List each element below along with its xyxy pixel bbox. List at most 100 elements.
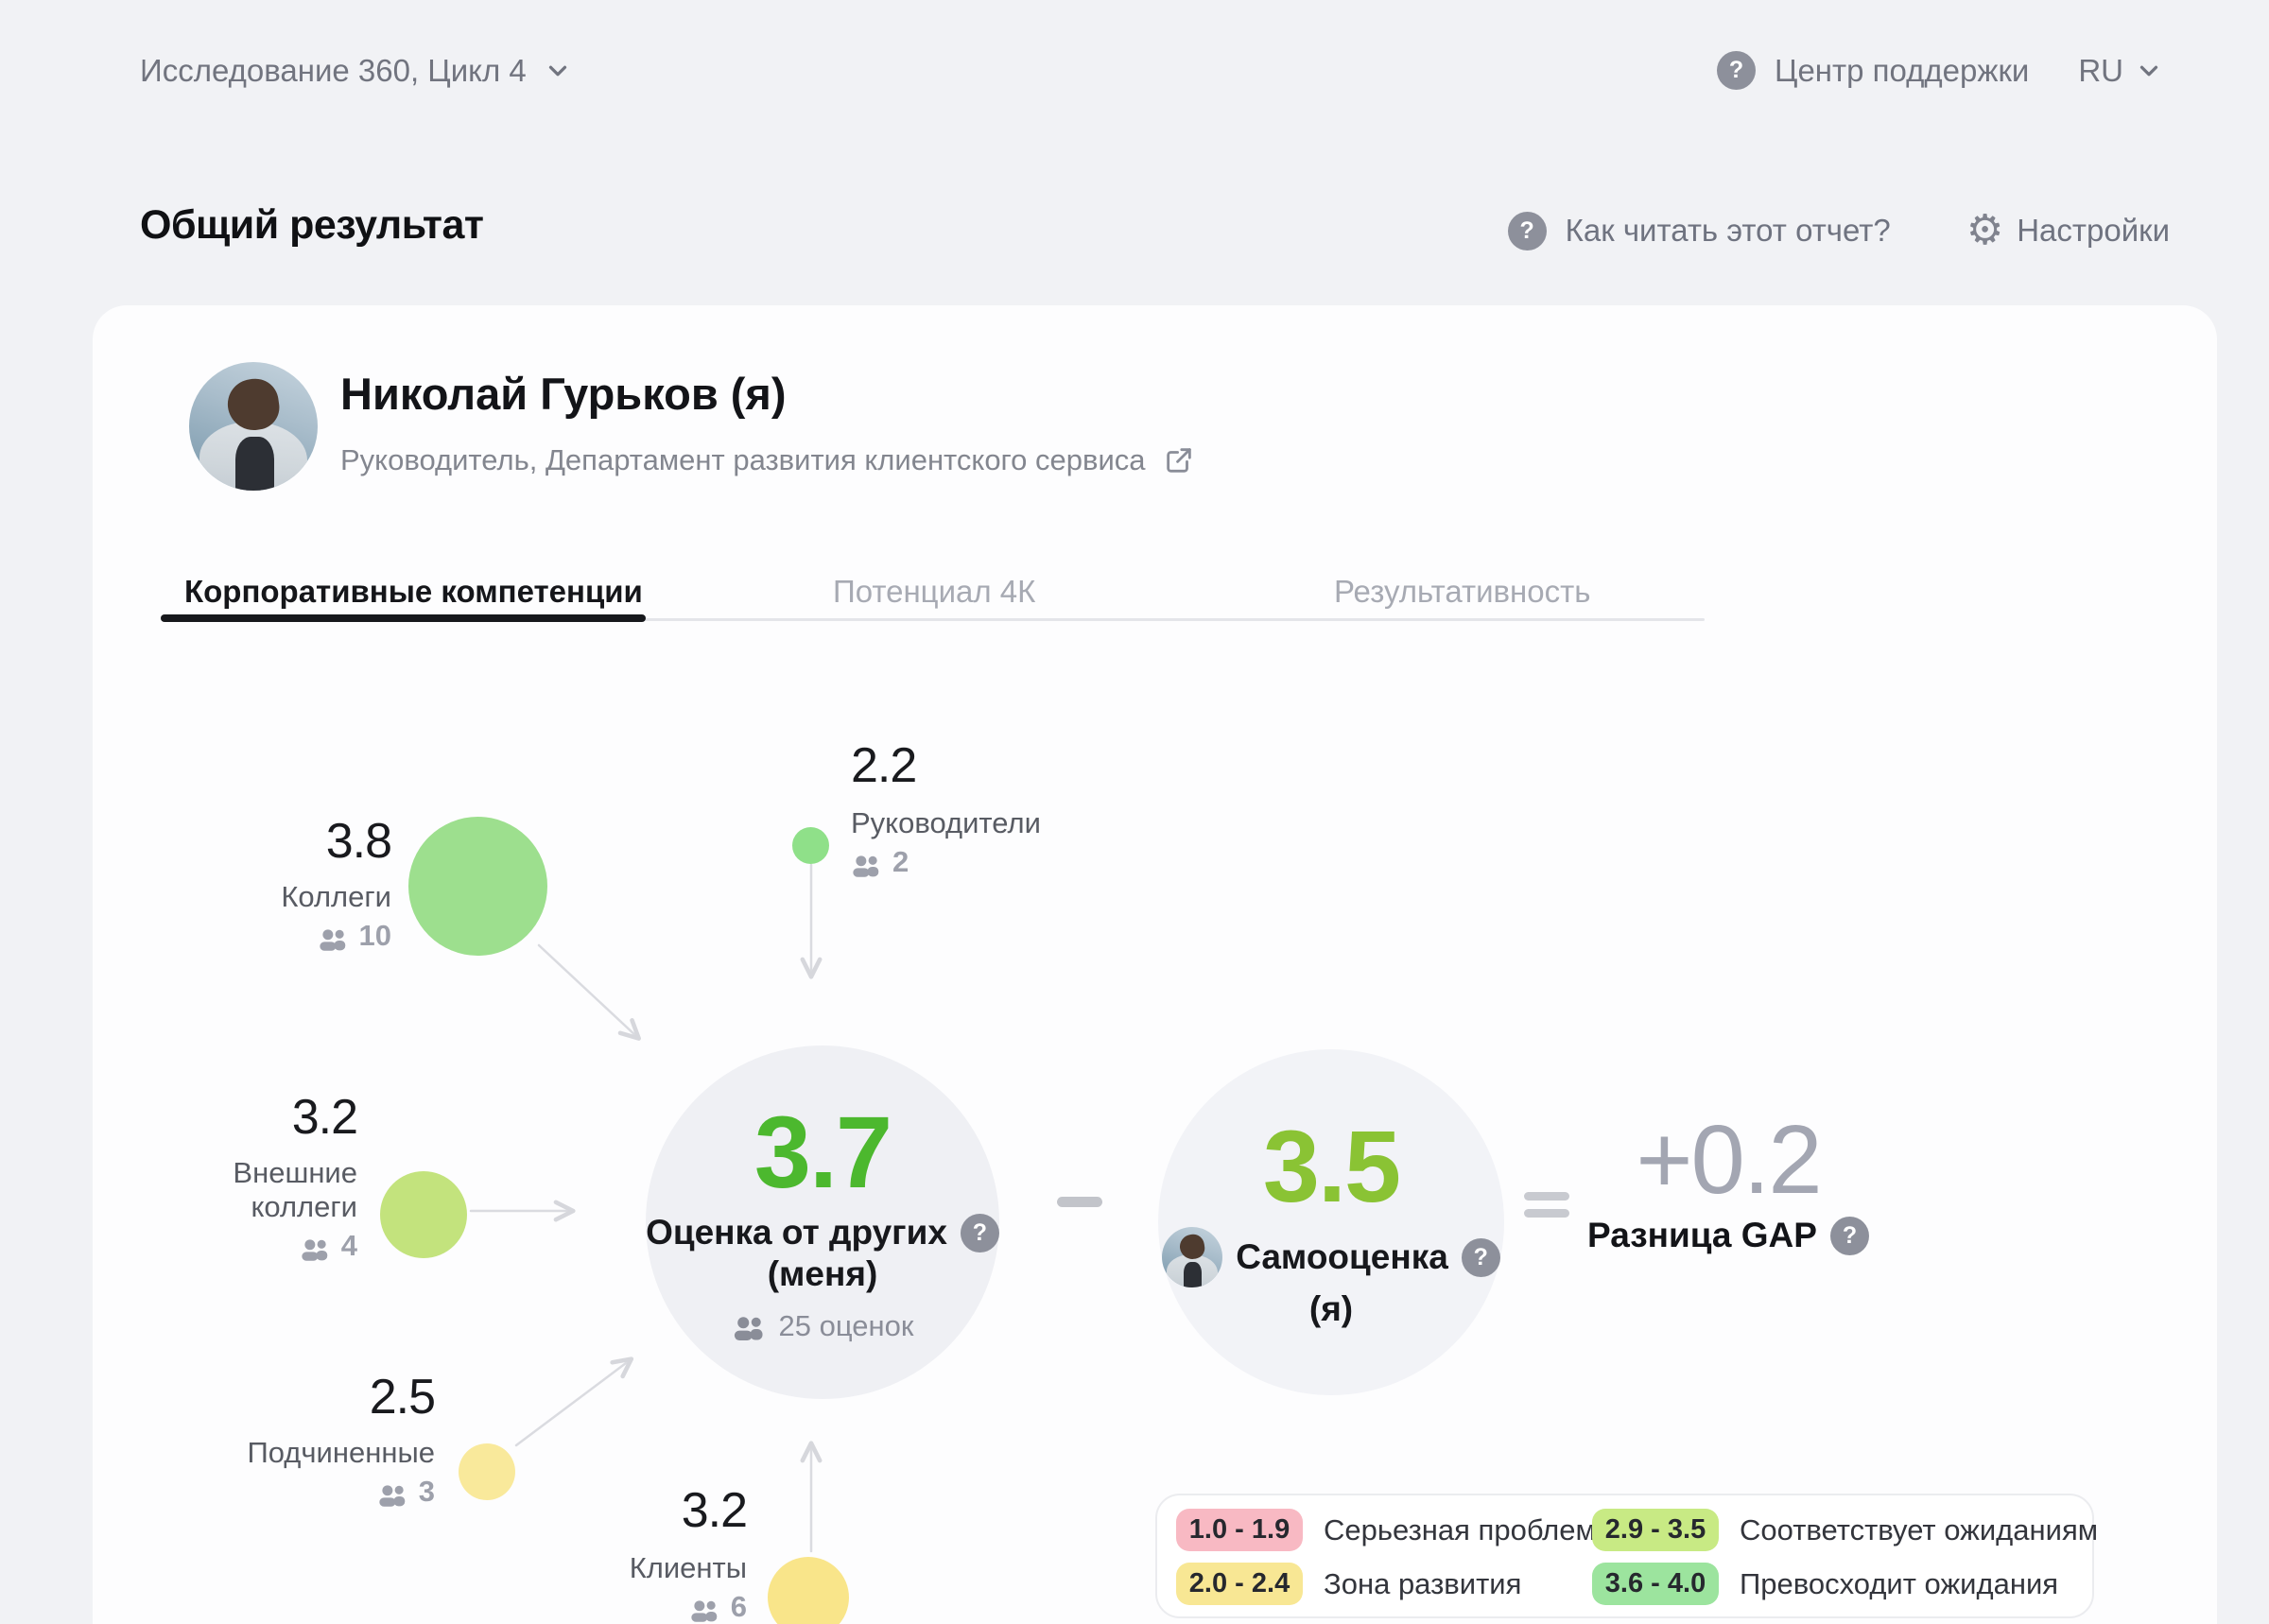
rater-count-value: 6 [731,1590,747,1624]
rater-managers: 2.2 Руководители 2 [851,738,1163,879]
page: Исследование 360, Цикл 4 ? Центр поддерж… [0,0,2269,1624]
rater-label: Внешние [233,1156,357,1190]
others-label-row: Оценка от других ? [646,1213,999,1253]
question-icon[interactable]: ? [961,1214,999,1253]
rater-count-value: 4 [341,1229,357,1263]
legend-range-pill: 3.6 - 4.0 [1592,1563,1719,1605]
self-rating-circle: 3.5 Самооценка ? (я) [1158,1049,1504,1395]
self-label-row: Самооценка ? [1162,1227,1500,1287]
legend-range-pill: 1.0 - 1.9 [1176,1509,1303,1551]
rater-count: 10 [318,919,391,953]
people-icon [318,924,350,947]
legend-range-pill: 2.0 - 2.4 [1176,1563,1303,1605]
survey-cycle-dropdown[interactable]: Исследование 360, Цикл 4 [140,53,572,89]
profile-position: Руководитель, Департамент развития клиен… [340,443,1146,477]
bubble-external-colleagues [380,1171,467,1258]
people-icon [732,1314,768,1339]
rater-count-value: 10 [359,919,391,953]
gap-block: +0.2 Разница GAP ? [1539,1111,1917,1255]
people-icon [689,1596,721,1618]
avatar [189,362,318,491]
rater-count: 3 [377,1475,435,1509]
bubble-colleagues [408,817,547,956]
legend-item-meets-expectations: 2.9 - 3.5 Соответствует ожиданиям [1592,1509,2098,1551]
legend-item-development-zone: 2.0 - 2.4 Зона развития [1176,1563,1592,1605]
question-icon[interactable]: ? [1830,1217,1869,1255]
question-icon: ? [1508,212,1547,251]
others-label: Оценка от других [646,1213,947,1253]
people-icon [377,1480,409,1503]
legend-label: Превосходит ожидания [1740,1567,2058,1601]
rater-count-value: 2 [892,845,909,879]
rater-score: 2.5 [370,1370,435,1425]
question-icon: ? [1717,51,1756,90]
survey-cycle-label: Исследование 360, Цикл 4 [140,53,527,89]
avatar-shirt-shape [235,437,274,491]
external-link-icon[interactable] [1163,444,1195,476]
legend-range-pill: 2.9 - 3.5 [1592,1509,1719,1551]
gap-label-row: Разница GAP ? [1587,1216,1869,1255]
gear-icon: ⚙ [1966,210,2003,251]
language-label: RU [2078,53,2123,89]
score-legend: 1.0 - 1.9 Серьезная проблема 2.9 - 3.5 С… [1155,1494,2094,1618]
bubble-managers [792,827,829,864]
how-to-read-label: Как читать этот отчет? [1566,213,1891,249]
people-icon [851,851,883,873]
tab-performance[interactable]: Результативность [1334,574,1590,610]
settings-label: Настройки [2017,213,2170,249]
self-label: Самооценка [1236,1237,1448,1277]
bubble-clients [768,1557,849,1624]
topbar-right: ? Центр поддержки RU [1717,51,2163,90]
profile-name: Николай Гурьков (я) [340,368,787,420]
rater-colleagues: 3.8 Коллеги 10 [168,814,391,953]
how-to-read-link[interactable]: ? Как читать этот отчет? [1508,212,1891,251]
tab-corporate-competencies[interactable]: Корпоративные компетенции [184,574,643,610]
profile-position-row: Руководитель, Департамент развития клиен… [340,443,1195,477]
language-selector[interactable]: RU [2078,53,2163,89]
rater-label-line2: коллеги [251,1190,357,1224]
rater-clients: 3.2 Клиенты 6 [461,1483,747,1624]
rater-label: Руководители [851,806,1041,840]
legend-label: Серьезная проблема [1324,1513,1612,1547]
rater-count: 6 [689,1590,747,1624]
avatar-shirt-shape [1184,1262,1202,1287]
header-actions: ? Как читать этот отчет? ⚙ Настройки [1508,210,2170,251]
report-card: Николай Гурьков (я) Руководитель, Департ… [93,305,2217,1624]
gap-value: +0.2 [1636,1111,1820,1208]
rater-count: 2 [851,845,909,879]
self-label-line2: (я) [1309,1289,1353,1329]
rater-label: Клиенты [630,1551,747,1585]
tab-potential-4k[interactable]: Потенциал 4К [833,574,1035,610]
rater-score: 3.8 [326,814,391,869]
settings-button[interactable]: ⚙ Настройки [1966,210,2170,251]
others-label-line2: (меня) [768,1254,878,1294]
people-icon [300,1235,332,1257]
legend-item-exceeds-expectations: 3.6 - 4.0 Превосходит ожидания [1592,1563,2098,1605]
others-rating-circle: 3.7 Оценка от других ? (меня) 25 оценок [646,1045,999,1399]
others-count-row: 25 оценок [732,1309,914,1343]
rater-label: Коллеги [281,880,391,914]
rater-score: 3.2 [682,1483,747,1538]
rater-score: 2.2 [851,738,916,793]
avatar [1162,1227,1222,1287]
page-title: Общий результат [140,202,483,249]
rater-external-colleagues: 3.2 Внешние коллеги 4 [130,1090,357,1263]
question-icon[interactable]: ? [1462,1238,1500,1277]
minus-sign [1057,1197,1102,1207]
others-score: 3.7 [754,1101,891,1203]
rater-subordinates: 2.5 Подчиненные 3 [149,1370,435,1509]
others-count-label: 25 оценок [779,1309,914,1343]
rater-label: Подчиненные [247,1436,435,1470]
support-center-link[interactable]: ? Центр поддержки [1717,51,2029,90]
self-score: 3.5 [1263,1115,1399,1218]
gap-label: Разница GAP [1587,1216,1817,1255]
rater-count: 4 [300,1229,357,1263]
legend-label: Зона развития [1324,1567,1521,1601]
rater-count-value: 3 [419,1475,435,1509]
rater-score: 3.2 [292,1090,357,1145]
active-tab-underline [161,614,646,622]
legend-item-serious-problem: 1.0 - 1.9 Серьезная проблема [1176,1509,1592,1551]
chevron-down-icon [2135,57,2163,85]
support-center-label: Центр поддержки [1775,53,2029,89]
chevron-down-icon [544,57,572,85]
